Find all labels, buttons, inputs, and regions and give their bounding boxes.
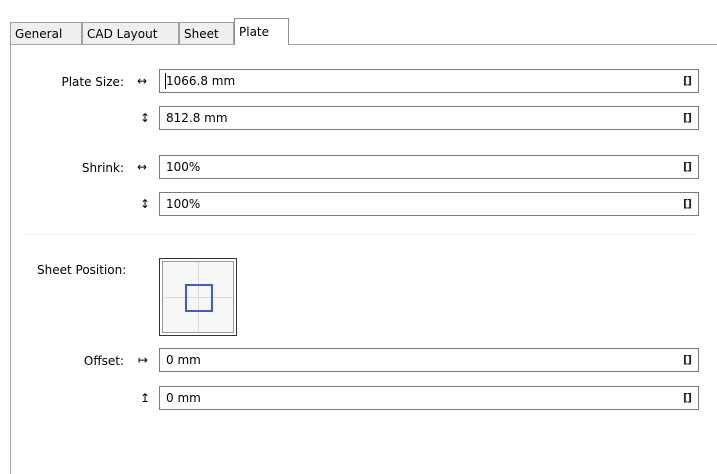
plate-width-input[interactable]: 1066.8 mm [] (159, 69, 699, 93)
offset-horizontal-expression-button[interactable]: [] (680, 353, 694, 367)
shrink-horizontal-input[interactable]: 100% [] (159, 155, 699, 179)
plate-width-expression-button[interactable]: [] (680, 74, 694, 88)
vertical-arrows-icon: ↕ (139, 197, 151, 211)
plate-height-value: 812.8 mm (166, 111, 228, 125)
plate-height-expression-button[interactable]: [] (680, 111, 694, 125)
section-divider (26, 234, 696, 235)
offset-horizontal-input[interactable]: 0 mm [] (159, 348, 699, 372)
plate-size-label: Plate Size: (61, 75, 124, 89)
plate-height-input[interactable]: 812.8 mm [] (159, 106, 699, 130)
tab-general[interactable]: General (10, 22, 82, 44)
tab-general-label: General (15, 27, 63, 41)
offset-vertical-value: 0 mm (166, 391, 201, 405)
shrink-horizontal-expression-button[interactable]: [] (680, 160, 694, 174)
shrink-vertical-expression-button[interactable]: [] (680, 197, 694, 211)
vertical-offset-icon: ↥ (139, 391, 151, 405)
offset-label: Offset: (83, 354, 124, 368)
tab-cad-layout[interactable]: CAD Layout (82, 22, 179, 44)
shrink-vertical-input[interactable]: 100% [] (159, 192, 699, 216)
offset-horizontal-value: 0 mm (166, 353, 201, 367)
plate-width-value: 1066.8 mm (166, 74, 236, 88)
tab-plate[interactable]: Plate (234, 18, 289, 45)
shrink-horizontal-value: 100% (166, 160, 201, 174)
sheet-position-selector[interactable] (159, 258, 237, 336)
sheet-position-label: Sheet Position: (37, 263, 127, 277)
offset-vertical-input[interactable]: 0 mm [] (159, 386, 699, 410)
tab-sheet-label: Sheet (184, 27, 219, 41)
shrink-vertical-value: 100% (166, 197, 201, 211)
tab-plate-label: Plate (239, 25, 270, 39)
horizontal-arrows-icon: ↔ (136, 74, 148, 88)
tab-cad-layout-label: CAD Layout (87, 27, 158, 41)
sheet-position-grid (162, 261, 234, 333)
offset-vertical-expression-button[interactable]: [] (680, 391, 694, 405)
tab-sheet[interactable]: Sheet (179, 22, 234, 44)
vertical-arrows-icon: ↕ (139, 111, 151, 125)
horizontal-offset-icon: ↦ (137, 353, 149, 367)
shrink-label: Shrink: (81, 161, 124, 175)
sheet-position-marker[interactable] (185, 284, 213, 312)
horizontal-arrows-icon: ↔ (136, 160, 148, 174)
